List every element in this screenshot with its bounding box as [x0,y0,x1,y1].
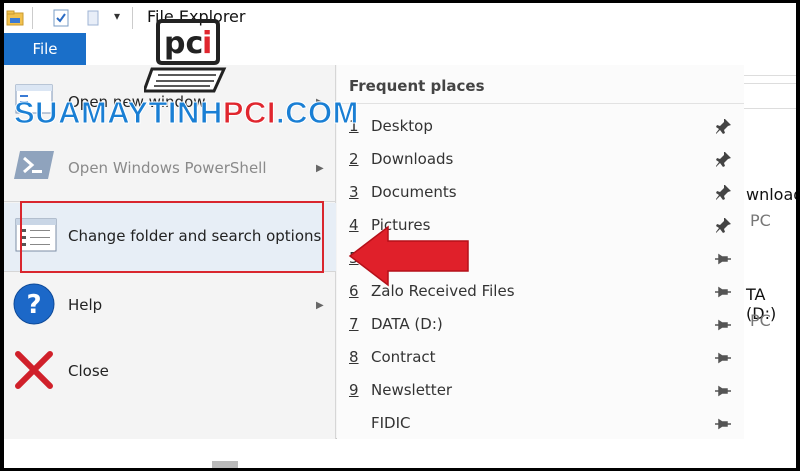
svg-text:pc: pc [164,26,203,61]
menu-item-label: Help [68,296,103,314]
pci-laptop-logo: pc i [144,19,227,93]
chevron-right-icon: ▶ [316,163,324,174]
highlight-annotation-box [20,201,324,273]
item-name: Contract [371,348,436,366]
file-tab[interactable]: File [4,33,86,65]
folder-icon[interactable] [6,9,24,27]
powershell-icon [14,151,54,179]
frequent-place-item[interactable]: FIDIC [337,407,744,440]
pinned-icon[interactable] [714,151,732,169]
close-icon [15,351,53,389]
svg-text:?: ? [26,290,41,320]
red-arrow-annotation [348,225,469,287]
watermark-part: SUAMAYTINH [14,95,223,131]
frequent-place-item[interactable]: 8 Contract [337,341,744,374]
item-name: Downloads [371,150,454,168]
svg-text:i: i [202,26,212,61]
pinned-icon[interactable] [714,118,732,136]
menu-item-help[interactable]: ? Help ▶ [4,272,336,338]
unpinned-icon[interactable] [714,316,732,334]
menu-item-close[interactable]: Close [4,338,336,404]
new-folder-icon[interactable] [86,9,102,27]
item-number: 9 [349,381,359,399]
item-number: 2 [349,150,359,168]
item-number: 7 [349,315,359,333]
item-name: Newsletter [371,381,453,399]
item-number: 8 [349,348,359,366]
menu-item-open-powershell[interactable]: Open Windows PowerShell ▶ [4,131,336,197]
watermark-text: SUAMAYTINHPCI.COM [14,95,359,131]
frequent-place-item[interactable]: 2 Downloads [337,143,744,176]
scrollbar-thumb[interactable] [212,461,238,468]
item-name: Desktop [371,117,433,135]
divider [32,7,33,29]
frequent-place-item[interactable]: 9 Newsletter [337,374,744,407]
menu-item-label: Open Windows PowerShell [68,159,267,177]
file-explorer-window: ▾ File Explorer wnloads PC TA (D:) PC Fi… [4,3,796,468]
pinned-icon[interactable] [714,184,732,202]
frequent-places-header: Frequent places [349,77,485,95]
divider [132,7,133,29]
unpinned-icon[interactable] [714,382,732,400]
frequent-place-item[interactable]: 1 Desktop [337,110,744,143]
item-name: DATA (D:) [371,315,443,333]
chevron-right-icon: ▶ [316,300,324,311]
unpinned-icon[interactable] [714,349,732,367]
help-icon: ? [13,283,55,325]
header-divider [337,103,744,104]
frequent-place-item[interactable]: 7 DATA (D:) [337,308,744,341]
watermark-part: .COM [276,95,359,131]
item-name: Documents [371,183,457,201]
menu-item-label: Close [68,362,109,380]
bg-downloads-label[interactable]: wnloads [746,185,796,204]
watermark-part: PCI [222,95,277,131]
address-bar [744,83,796,109]
pinned-icon[interactable] [714,217,732,235]
frequent-place-item[interactable]: 3 Documents [337,176,744,209]
unpinned-icon[interactable] [714,250,732,268]
bg-pc-label: PC [750,211,771,230]
title-bar: ▾ File Explorer [4,3,796,33]
ribbon-edge [744,75,796,76]
item-name: FIDIC [371,414,411,432]
chevron-down-icon[interactable]: ▾ [114,9,120,23]
unpinned-icon[interactable] [714,415,732,433]
item-number: 3 [349,183,359,201]
properties-icon[interactable] [52,9,70,27]
bg-pc-label-2: PC [750,311,771,330]
unpinned-icon[interactable] [714,283,732,301]
